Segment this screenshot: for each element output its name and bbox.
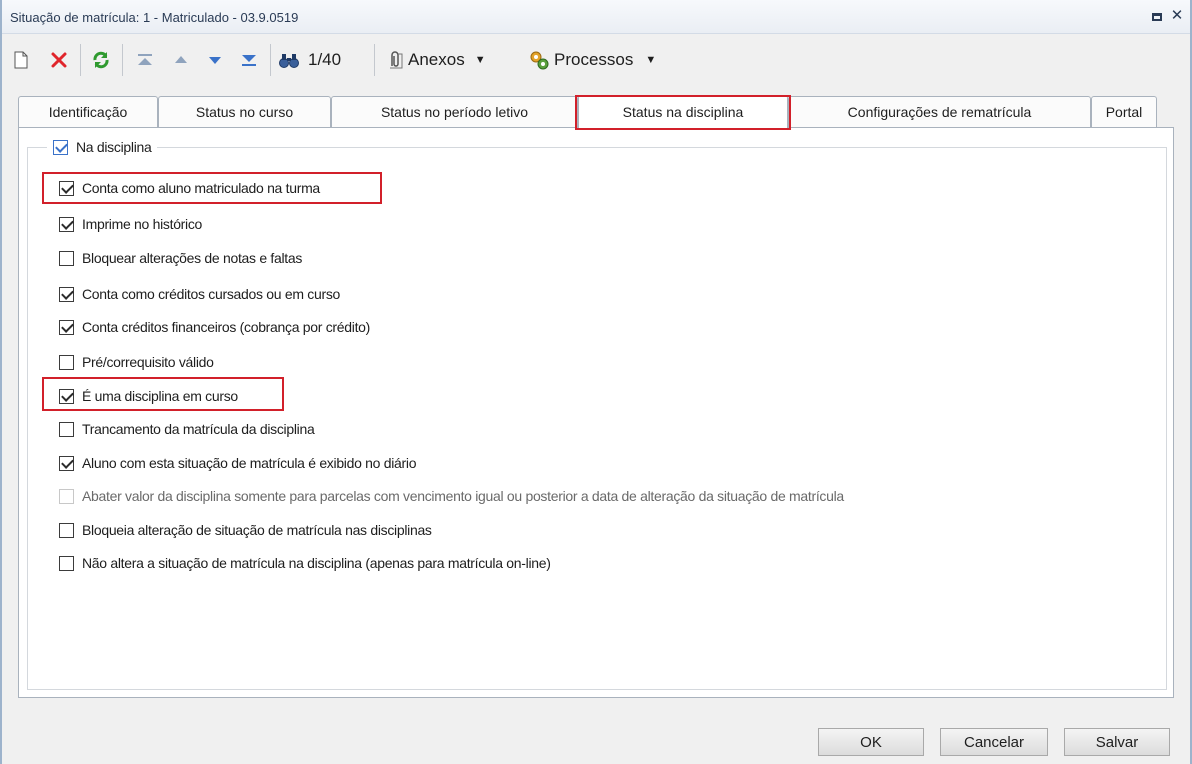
save-button[interactable]: Salvar [1064,728,1170,756]
chevron-down-icon [209,57,221,64]
record-position: 1/40 [308,50,342,69]
tab-status-na-disciplina[interactable]: Status na disciplina [578,95,788,128]
refresh-icon [93,51,109,69]
option-label: Não altera a situação de matrícula na di… [82,555,551,571]
attachments-button[interactable]: Anexos ▼ [386,46,518,74]
title-bar: Situação de matrícula: 1 - Matriculado -… [2,0,1190,34]
option-checkbox[interactable] [59,455,74,471]
tab-label: Configurações de rematrícula [847,104,1032,120]
next-record-button[interactable] [202,46,228,74]
option-label: Pré/correquisito válido [82,354,214,370]
ok-button[interactable]: OK [818,728,924,756]
processes-button[interactable]: Processos ▼ [528,46,678,74]
delete-button[interactable] [46,46,72,74]
toolbar-separator [270,44,271,76]
option-checkbox[interactable] [59,421,74,437]
tab-portal[interactable]: Portal [1091,96,1157,127]
paperclip-icon [390,51,403,69]
option-checkbox [59,488,74,504]
group-header[interactable]: Na disciplina [47,136,158,158]
option-label: Aluno com esta situação de matrícula é e… [82,455,417,471]
tab-label: Status no período letivo [380,104,529,120]
option-checkbox[interactable] [59,522,74,538]
tab-status-no-periodo-letivo[interactable]: Status no período letivo [331,96,578,127]
new-record-button[interactable] [10,46,32,74]
processes-label: Processos [554,50,634,69]
option-label: Conta créditos financeiros (cobrança por… [82,319,371,335]
restore-icon [1152,13,1162,21]
previous-record-button[interactable] [168,46,194,74]
option-checkbox[interactable] [59,555,74,571]
option-row[interactable]: Conta créditos financeiros (cobrança por… [59,316,370,338]
option-checkbox[interactable] [59,180,74,196]
tab-label: Identificação [48,104,128,120]
option-checkbox[interactable] [59,388,74,404]
restore-button[interactable] [1148,7,1166,25]
toolbar: 1/40 Anexos ▼ Processos ▼ [2,38,1190,82]
gears-icon [530,51,549,70]
toolbar-separator [80,44,81,76]
option-label: Abater valor da disciplina somente para … [82,488,844,504]
window-title: Situação de matrícula: 1 - Matriculado -… [10,10,299,25]
option-label: Imprime no histórico [82,216,203,232]
tab-label: Portal [1105,104,1143,120]
tab-identificacao[interactable]: Identificação [18,96,158,127]
tab-strip: Identificação Status no curso Status no … [18,95,1174,128]
option-row[interactable]: Bloquear alterações de notas e faltas [59,247,302,269]
refresh-button[interactable] [88,46,114,74]
binoculars-icon [279,54,299,68]
tab-label: Status na disciplina [622,104,744,120]
chevron-down-icon: ▼ [474,54,486,66]
option-checkbox[interactable] [59,216,74,232]
option-row[interactable]: É uma disciplina em curso [59,385,238,407]
option-checkbox[interactable] [59,286,74,302]
group-checkbox[interactable] [53,139,68,155]
last-record-button[interactable] [236,46,262,74]
new-document-icon [14,51,28,69]
option-checkbox[interactable] [59,250,74,266]
option-checkbox[interactable] [59,319,74,335]
option-label: Trancamento da matrícula da disciplina [82,421,315,437]
option-row[interactable]: Bloqueia alteração de situação de matríc… [59,519,432,541]
option-row[interactable]: Conta como aluno matriculado na turma [59,177,320,199]
close-button[interactable]: ✕ [1168,7,1186,25]
search-record-button[interactable]: 1/40 [278,46,360,74]
option-label: Conta como aluno matriculado na turma [82,180,320,196]
option-row[interactable]: Pré/correquisito válido [59,351,214,373]
tab-configuracoes-de-rematricula[interactable]: Configurações de rematrícula [788,96,1091,127]
option-row[interactable]: Aluno com esta situação de matrícula é e… [59,452,416,474]
toolbar-separator [374,44,375,76]
first-record-button[interactable] [132,46,158,74]
option-label: Bloqueia alteração de situação de matríc… [82,522,432,538]
option-row[interactable]: Conta como créditos cursados ou em curso [59,283,340,305]
option-row[interactable]: Imprime no histórico [59,213,202,235]
option-row[interactable]: Trancamento da matrícula da disciplina [59,418,315,440]
option-label: Conta como créditos cursados ou em curso [82,286,341,302]
dialog-window: Situação de matrícula: 1 - Matriculado -… [0,0,1192,764]
tab-label: Status no curso [195,104,294,120]
option-label: Bloquear alterações de notas e faltas [82,250,303,266]
cancel-button[interactable]: Cancelar [940,728,1048,756]
delete-icon [51,52,67,68]
last-record-icon [242,55,256,66]
toolbar-separator [122,44,123,76]
option-label: É uma disciplina em curso [82,388,238,404]
attachments-label: Anexos [408,50,465,69]
chevron-down-icon: ▼ [645,54,657,66]
option-row[interactable]: Não altera a situação de matrícula na di… [59,552,551,574]
tab-status-no-curso[interactable]: Status no curso [158,96,331,127]
chevron-up-icon [175,56,187,63]
option-row: Abater valor da disciplina somente para … [59,485,844,507]
option-checkbox[interactable] [59,354,74,370]
first-record-icon [138,54,152,65]
tab-panel: Na disciplina Conta como aluno matricula… [18,127,1174,698]
group-label: Na disciplina [76,139,152,155]
